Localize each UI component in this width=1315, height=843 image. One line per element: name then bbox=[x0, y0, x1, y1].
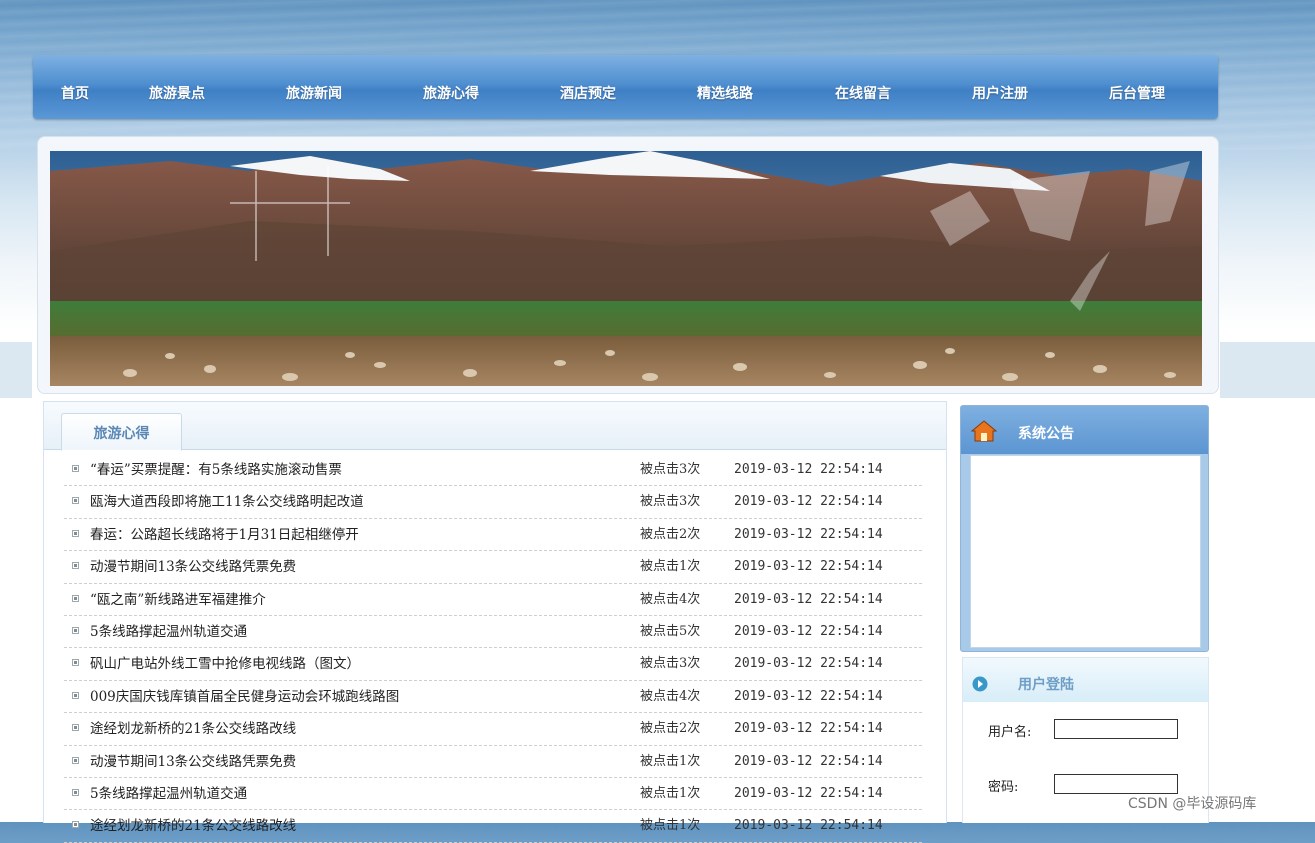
square-bullet-icon bbox=[72, 529, 79, 537]
click-count: 被点击3次 bbox=[640, 494, 701, 510]
login-header: 用户登陆 bbox=[963, 658, 1208, 702]
article-title[interactable]: 009庆国庆钱库镇首届全民健身运动会环城跑线路图 bbox=[90, 681, 399, 713]
post-date: 2019-03-12 22:54:14 bbox=[734, 721, 883, 737]
post-date: 2019-03-12 22:54:14 bbox=[734, 818, 883, 834]
list-item[interactable]: 途经划龙新桥的21条公交线路改线 被点击1次 2019-03-12 22:54:14 bbox=[64, 810, 922, 843]
tab-strip: 旅游心得 bbox=[44, 402, 946, 451]
background-band-right bbox=[1220, 342, 1315, 398]
nav-item-admin[interactable]: 后台管理 bbox=[1109, 55, 1165, 119]
square-bullet-icon bbox=[72, 724, 79, 732]
article-title[interactable]: 5条线路撑起温州轨道交通 bbox=[90, 778, 247, 810]
list-item[interactable]: 春运：公路超长线路将于1月31日起相继停开 被点击2次 2019-03-12 22:… bbox=[64, 519, 922, 552]
system-notice-box: 系统公告 bbox=[960, 405, 1209, 652]
post-date: 2019-03-12 22:54:14 bbox=[734, 623, 883, 639]
login-title: 用户登陆 bbox=[1018, 677, 1074, 693]
click-count: 被点击1次 bbox=[640, 753, 701, 769]
article-title[interactable]: 动漫节期间13条公交线路凭票免费 bbox=[90, 551, 296, 583]
nav-item-routes[interactable]: 精选线路 bbox=[697, 55, 753, 119]
post-date: 2019-03-12 22:54:14 bbox=[734, 753, 883, 769]
nav-item-hotel[interactable]: 酒店预定 bbox=[560, 55, 616, 119]
click-count: 被点击1次 bbox=[640, 818, 701, 834]
click-count: 被点击4次 bbox=[640, 688, 701, 704]
click-count: 被点击2次 bbox=[640, 721, 701, 737]
article-title[interactable]: 途经划龙新桥的21条公交线路改线 bbox=[90, 713, 296, 745]
click-count: 被点击1次 bbox=[640, 559, 701, 575]
list-item[interactable]: 矾山广电站外线工雪中抢修电视线路（图文） 被点击3次 2019-03-12 22:5… bbox=[64, 648, 922, 681]
list-item[interactable]: 5条线路撑起温州轨道交通 被点击1次 2019-03-12 22:54:14 bbox=[64, 778, 922, 811]
article-list: “春运”买票提醒：有5条线路实施滚动售票 被点击3次 2019-03-12 22:5… bbox=[64, 454, 922, 843]
list-item[interactable]: 瓯海大道西段即将施工11条公交线路明起改道 被点击3次 2019-03-12 22:… bbox=[64, 486, 922, 519]
mountain-landscape-image bbox=[50, 151, 1202, 386]
list-item[interactable]: 途经划龙新桥的21条公交线路改线 被点击2次 2019-03-12 22:54:14 bbox=[64, 713, 922, 746]
notice-content bbox=[970, 455, 1201, 648]
nav-item-news[interactable]: 旅游新闻 bbox=[286, 55, 342, 119]
list-item[interactable]: 动漫节期间13条公交线路凭票免费 被点击1次 2019-03-12 22:54:14 bbox=[64, 746, 922, 778]
notice-header: 系统公告 bbox=[961, 406, 1208, 454]
list-item[interactable]: “瓯之南”新线路进军福建推介 被点击4次 2019-03-12 22:54:14 bbox=[64, 584, 922, 616]
nav-item-attractions[interactable]: 旅游景点 bbox=[149, 55, 205, 119]
background-band-left bbox=[0, 342, 32, 398]
square-bullet-icon bbox=[72, 821, 79, 829]
circle-arrow-icon bbox=[972, 676, 988, 692]
square-bullet-icon bbox=[72, 788, 79, 796]
list-item[interactable]: “春运”买票提醒：有5条线路实施滚动售票 被点击3次 2019-03-12 22:5… bbox=[64, 454, 922, 487]
list-item[interactable]: 009庆国庆钱库镇首届全民健身运动会环城跑线路图 被点击4次 2019-03-12 … bbox=[64, 681, 922, 714]
article-title[interactable]: 5条线路撑起温州轨道交通 bbox=[90, 616, 247, 648]
square-bullet-icon bbox=[72, 594, 79, 602]
article-title[interactable]: 动漫节期间13条公交线路凭票免费 bbox=[90, 746, 296, 778]
article-title[interactable]: 春运：公路超长线路将于1月31日起相继停开 bbox=[90, 519, 359, 551]
article-title[interactable]: “瓯之南”新线路进军福建推介 bbox=[90, 584, 266, 616]
click-count: 被点击3次 bbox=[640, 656, 701, 672]
square-bullet-icon bbox=[72, 756, 79, 764]
username-label: 用户名: bbox=[988, 725, 1032, 740]
article-title[interactable]: 瓯海大道西段即将施工11条公交线路明起改道 bbox=[90, 486, 364, 518]
list-item[interactable]: 5条线路撑起温州轨道交通 被点击5次 2019-03-12 22:54:14 bbox=[64, 616, 922, 649]
home-icon bbox=[971, 420, 997, 442]
username-input[interactable] bbox=[1054, 719, 1178, 739]
nav-item-experiences[interactable]: 旅游心得 bbox=[423, 55, 479, 119]
square-bullet-icon bbox=[72, 626, 79, 634]
tab-experiences[interactable]: 旅游心得 bbox=[61, 413, 182, 451]
click-count: 被点击5次 bbox=[640, 623, 701, 639]
experiences-panel: 旅游心得 “春运”买票提醒：有5条线路实施滚动售票 被点击3次 2019-03-12… bbox=[43, 401, 947, 843]
main-nav: 首页 旅游景点 旅游新闻 旅游心得 酒店预定 精选线路 在线留言 用户注册 后台… bbox=[33, 55, 1218, 119]
click-count: 被点击3次 bbox=[640, 462, 701, 477]
post-date: 2019-03-12 22:54:14 bbox=[734, 656, 883, 672]
article-title[interactable]: “春运”买票提醒：有5条线路实施滚动售票 bbox=[90, 454, 342, 486]
post-date: 2019-03-12 22:54:14 bbox=[734, 559, 883, 575]
post-date: 2019-03-12 22:54:14 bbox=[734, 494, 883, 510]
click-count: 被点击2次 bbox=[640, 526, 701, 542]
article-title[interactable]: 途经划龙新桥的21条公交线路改线 bbox=[90, 810, 296, 842]
click-count: 被点击4次 bbox=[640, 591, 701, 607]
square-bullet-icon bbox=[72, 497, 79, 505]
password-input[interactable] bbox=[1054, 774, 1178, 794]
nav-item-message[interactable]: 在线留言 bbox=[835, 55, 891, 119]
post-date: 2019-03-12 22:54:14 bbox=[734, 591, 883, 607]
square-bullet-icon bbox=[72, 562, 79, 570]
square-bullet-icon bbox=[72, 465, 79, 472]
list-item[interactable]: 动漫节期间13条公交线路凭票免费 被点击1次 2019-03-12 22:54:14 bbox=[64, 551, 922, 584]
password-label: 密码: bbox=[988, 780, 1019, 795]
notice-title: 系统公告 bbox=[1018, 426, 1074, 442]
click-count: 被点击1次 bbox=[640, 785, 701, 801]
article-title[interactable]: 矾山广电站外线工雪中抢修电视线路（图文） bbox=[90, 648, 360, 680]
watermark: CSDN @毕设源码库 bbox=[1128, 796, 1257, 812]
post-date: 2019-03-12 22:54:14 bbox=[734, 462, 883, 477]
nav-item-register[interactable]: 用户注册 bbox=[972, 55, 1028, 119]
nav-item-home[interactable]: 首页 bbox=[61, 55, 89, 119]
post-date: 2019-03-12 22:54:14 bbox=[734, 688, 883, 704]
square-bullet-icon bbox=[72, 691, 79, 699]
banner-image bbox=[50, 151, 1202, 386]
post-date: 2019-03-12 22:54:14 bbox=[734, 785, 883, 801]
square-bullet-icon bbox=[72, 659, 79, 667]
post-date: 2019-03-12 22:54:14 bbox=[734, 526, 883, 542]
